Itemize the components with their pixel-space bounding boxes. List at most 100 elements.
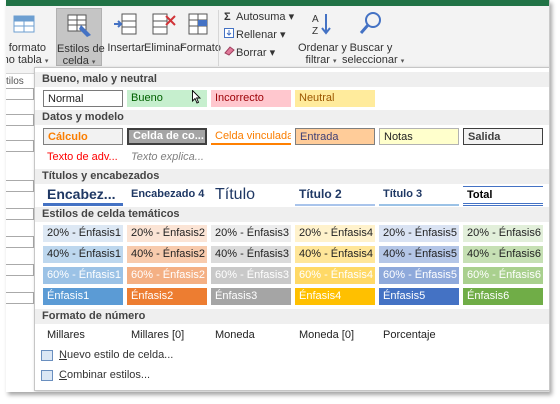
cell-style-swatch[interactable]: Normal [43,90,123,107]
cell-style-swatch[interactable]: Énfasis5 [379,288,459,305]
cell-style-swatch[interactable]: 20% - Énfasis3 [211,225,291,242]
chevron-down-icon: ▾ [91,59,96,66]
fill-button[interactable]: Rellenar ▾ [224,28,286,43]
cell-style-swatch[interactable]: 20% - Énfasis1 [43,225,123,242]
cell-style-swatch[interactable]: 20% - Énfasis4 [295,225,375,242]
chevron-down-icon: ▾ [280,29,286,41]
cell-style-swatch[interactable]: 40% - Énfasis1 [43,246,123,263]
format-as-table-label-2: mo tabla ▾ [6,54,52,68]
table-icon [10,10,38,38]
cell-style-swatch[interactable]: Moneda [0] [295,327,375,344]
svg-text:A: A [312,14,319,25]
insert-label: Insertar [107,42,145,54]
delete-label: Eliminar [144,42,184,54]
sheet-cell[interactable] [6,264,34,276]
delete-cells-icon [149,10,177,38]
cell-style-swatch[interactable]: Millares [43,327,123,344]
cell-style-swatch[interactable]: Encabez... [43,186,123,206]
cell-style-swatch[interactable]: Moneda [211,327,291,344]
cell-style-swatch[interactable]: Texto de adv... [43,149,123,166]
cell-style-swatch[interactable]: Título [211,186,291,206]
clear-button[interactable]: Borrar ▾ [224,46,275,61]
cell-style-swatch[interactable]: 60% - Énfasis1 [43,267,123,284]
section-header-number: Formato de número [35,309,549,324]
svg-text:Z: Z [312,26,318,37]
cell-style-swatch[interactable]: 60% - Énfasis5 [379,267,459,284]
cell-style-swatch[interactable]: 20% - Énfasis2 [127,225,207,242]
autosum-label: Autosuma [236,11,286,23]
cell-style-swatch[interactable]: Celda vinculada [211,128,291,145]
fill-label: Rellenar [236,29,277,41]
format-as-table-button[interactable]: r formato mo tabla ▾ [6,10,52,68]
ribbon-separator [218,10,219,66]
cell-style-swatch[interactable]: Incorrecto [211,90,291,107]
cell-style-swatch[interactable]: Título 3 [379,186,459,206]
cell-style-swatch[interactable]: Énfasis6 [463,288,543,305]
cell-style-swatch[interactable]: 20% - Énfasis5 [379,225,459,242]
insert-button[interactable]: Insertar [106,10,146,54]
cell-style-swatch[interactable]: Encabezado 4 [127,186,207,203]
cell-styles-gallery: Bueno, malo y neutral Normal Bueno Incorre… [34,67,549,391]
cell-styles-button[interactable]: Estilos de celda ▾ [56,8,105,67]
cell-style-swatch[interactable]: Porcentaje [379,327,459,344]
format-cells-icon [184,10,212,38]
mouse-pointer-icon [192,90,202,104]
sheet-cell[interactable] [6,208,34,220]
sort-label-2-text: filtrar [305,54,330,66]
cell-style-swatch[interactable]: 60% - Énfasis3 [211,267,291,284]
sheet-cell[interactable] [6,88,34,100]
cell-style-swatch[interactable]: Salida [463,128,543,145]
autosum-button[interactable]: Σ Autosuma ▾ [224,10,294,25]
ribbon-label-fragment: tilos [6,76,24,87]
cell-style-swatch[interactable]: Neutral [295,90,375,107]
cell-style-swatch[interactable]: Notas [379,128,459,145]
insert-cells-icon [112,10,140,38]
cell-style-swatch[interactable]: 40% - Énfasis3 [211,246,291,263]
chevron-down-icon: ▾ [269,47,276,59]
cell-style-swatch[interactable]: Millares [0] [127,327,207,344]
cell-style-swatch[interactable]: 20% - Énfasis6 [463,225,543,242]
sheet-cell[interactable] [6,114,34,126]
cell-style-swatch[interactable]: Énfasis4 [295,288,375,305]
format-as-table-label-2-text: mo tabla [6,54,42,66]
merge-styles-menu-item[interactable]: Combinar estilos... [41,369,150,385]
cell-style-swatch[interactable]: Entrada [295,128,375,145]
cell-style-swatch[interactable]: 40% - Énfasis2 [127,246,207,263]
chevron-down-icon: ▾ [400,58,405,65]
excel-window: r formato mo tabla ▾ Estilos de celda ▾ … [6,0,550,392]
sheet-cell[interactable] [6,180,34,192]
ribbon-accent-bar [6,0,549,6]
sort-filter-button[interactable]: AZ Ordenar y filtrar ▾ [298,10,347,68]
sort-az-icon: AZ [307,10,335,38]
cell-style-swatch[interactable]: Énfasis3 [211,288,291,305]
cell-style-swatch[interactable]: Título 2 [295,186,375,206]
section-header-good-bad: Bueno, malo y neutral [35,72,549,87]
find-label-1: Buscar y [349,42,393,54]
chevron-down-icon: ▾ [333,58,337,65]
cell-style-swatch[interactable]: Total [463,186,543,206]
cell-style-swatch[interactable]: Énfasis2 [127,288,207,305]
sheet-cell[interactable] [6,292,34,304]
cell-style-swatch[interactable]: 40% - Énfasis4 [295,246,375,263]
section-header-titles: Títulos y encabezados [35,169,549,184]
cell-style-swatch[interactable]: Cálculo [43,128,123,145]
merge-styles-icon [41,369,53,381]
eraser-icon [224,46,236,59]
format-button[interactable]: Formato [180,10,221,54]
cell-style-swatch[interactable]: 40% - Énfasis5 [379,246,459,263]
sheet-cell[interactable] [6,236,34,248]
cell-style-swatch[interactable]: Texto explica... [127,149,207,166]
cell-style-swatch[interactable]: 60% - Énfasis2 [127,267,207,284]
cell-style-swatch[interactable]: 60% - Énfasis6 [463,267,543,284]
delete-button[interactable]: Eliminar [144,10,184,54]
cell-style-swatch[interactable]: Énfasis1 [43,288,123,305]
fill-down-icon [224,28,236,41]
cell-style-swatch[interactable]: 40% - Énfasis6 [463,246,543,263]
clear-label: Borrar [236,47,267,59]
section-header-themed: Estilos de celda temáticos [35,207,549,222]
cell-style-swatch[interactable]: Celda de co... [127,128,207,145]
find-select-button[interactable]: Buscar y seleccionar ▾ [342,10,404,68]
new-cell-style-menu-item[interactable]: Nuevo estilo de celda... [41,349,173,365]
cell-style-swatch[interactable]: 60% - Énfasis4 [295,267,375,284]
sheet-cell[interactable] [6,140,34,152]
